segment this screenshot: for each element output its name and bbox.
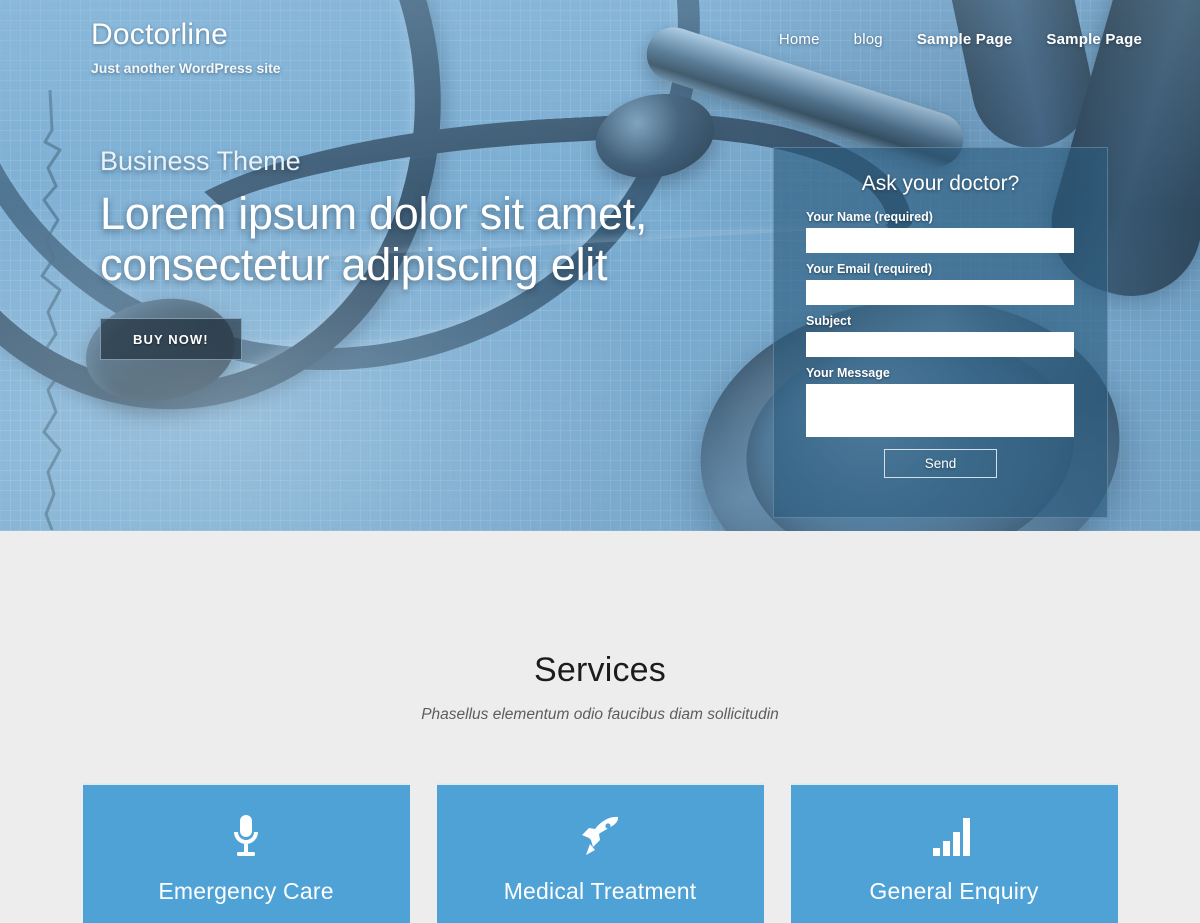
field-your-name: Your Name (required): [806, 210, 1075, 253]
send-button[interactable]: Send: [884, 449, 997, 478]
hero-title: Lorem ipsum dolor sit amet, consectetur …: [100, 188, 648, 290]
services-subtitle: Phasellus elementum odio faucibus diam s…: [421, 706, 779, 723]
site-branding: Doctorline Just another WordPress site: [91, 18, 281, 76]
your-message-label: Your Message: [806, 366, 890, 380]
nav-item-sample-page-2[interactable]: Sample Page: [1046, 31, 1142, 48]
microphone-icon: [226, 812, 266, 860]
service-card-label: General Enquiry: [869, 878, 1039, 904]
hero-text-block: Business Theme Lorem ipsum dolor sit ame…: [100, 145, 760, 361]
main-navigation[interactable]: Home blog Sample Page Sample Page: [779, 31, 1142, 48]
field-subject: Subject: [806, 314, 1075, 357]
subject-label: Subject: [806, 314, 852, 328]
your-email-input[interactable]: [806, 280, 1074, 305]
service-card-emergency-care[interactable]: Emergency Care: [82, 783, 410, 923]
your-name-label: Your Name (required): [806, 210, 933, 224]
your-email-label: Your Email (required): [806, 262, 933, 276]
service-card-label: Medical Treatment: [503, 878, 697, 904]
service-card-medical-treatment[interactable]: Medical Treatment: [436, 783, 764, 923]
your-name-input[interactable]: [806, 228, 1074, 253]
signal-bars-icon: [931, 812, 977, 860]
hero-eyebrow: Business Theme: [100, 146, 301, 176]
buy-now-button[interactable]: BUY NOW!: [100, 318, 242, 361]
field-your-email: Your Email (required): [806, 262, 1075, 305]
field-your-message: Your Message: [806, 366, 1075, 437]
nav-item-sample-page-1[interactable]: Sample Page: [917, 31, 1013, 48]
nav-item-blog[interactable]: blog: [854, 31, 883, 48]
hero-section: Doctorline Just another WordPress site H…: [0, 0, 1200, 531]
service-card-label: Emergency Care: [158, 878, 334, 904]
site-title[interactable]: Doctorline: [91, 18, 281, 51]
service-cards-row: Emergency Care Medical Treatment General…: [0, 783, 1200, 923]
nav-item-home[interactable]: Home: [779, 31, 820, 48]
service-card-general-enquiry[interactable]: General Enquiry: [790, 783, 1118, 923]
rocket-icon: [577, 812, 623, 860]
contact-form-panel: Ask your doctor? Your Name (required) Yo…: [773, 147, 1108, 518]
services-title: Services: [534, 651, 666, 689]
contact-form-title: Ask your doctor?: [861, 172, 1020, 195]
site-description: Just another WordPress site: [91, 60, 281, 76]
subject-input[interactable]: [806, 332, 1074, 357]
your-message-textarea[interactable]: [806, 384, 1074, 437]
